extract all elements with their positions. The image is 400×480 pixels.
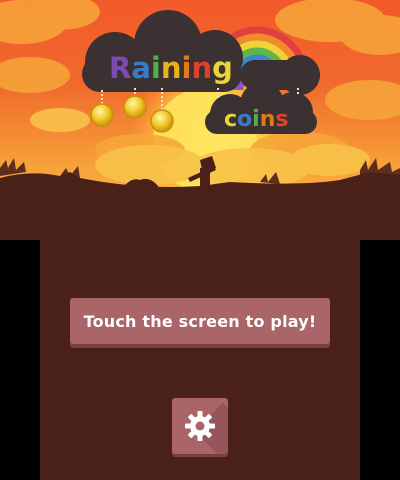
logo-letter: n — [260, 107, 276, 132]
logo-letter: s — [275, 107, 288, 132]
title-scene: Raining coins — [0, 0, 400, 240]
gear-icon — [185, 411, 215, 441]
logo-word-coins: coins — [224, 107, 289, 132]
play-button[interactable]: Touch the screen to play! — [70, 298, 330, 344]
logo-letter: i — [252, 107, 260, 132]
logo-letter: n — [191, 51, 212, 85]
logo-word-raining: Raining — [109, 51, 233, 85]
logo-letter: c — [224, 107, 237, 132]
logo-letter: i — [151, 51, 161, 85]
settings-button[interactable] — [172, 398, 228, 454]
right-letterbox — [360, 240, 400, 480]
bottom-screen[interactable]: Touch the screen to play! — [40, 240, 360, 480]
logo-letter: R — [109, 51, 131, 85]
logo-letter: g — [212, 51, 233, 85]
logo-letter: i — [182, 51, 192, 85]
logo-letter: a — [131, 51, 151, 85]
play-button-label: Touch the screen to play! — [83, 311, 317, 331]
left-letterbox — [0, 240, 40, 480]
logo-letter: o — [237, 107, 252, 132]
logo-letter: n — [161, 51, 182, 85]
top-screen: Raining coins — [0, 0, 400, 240]
